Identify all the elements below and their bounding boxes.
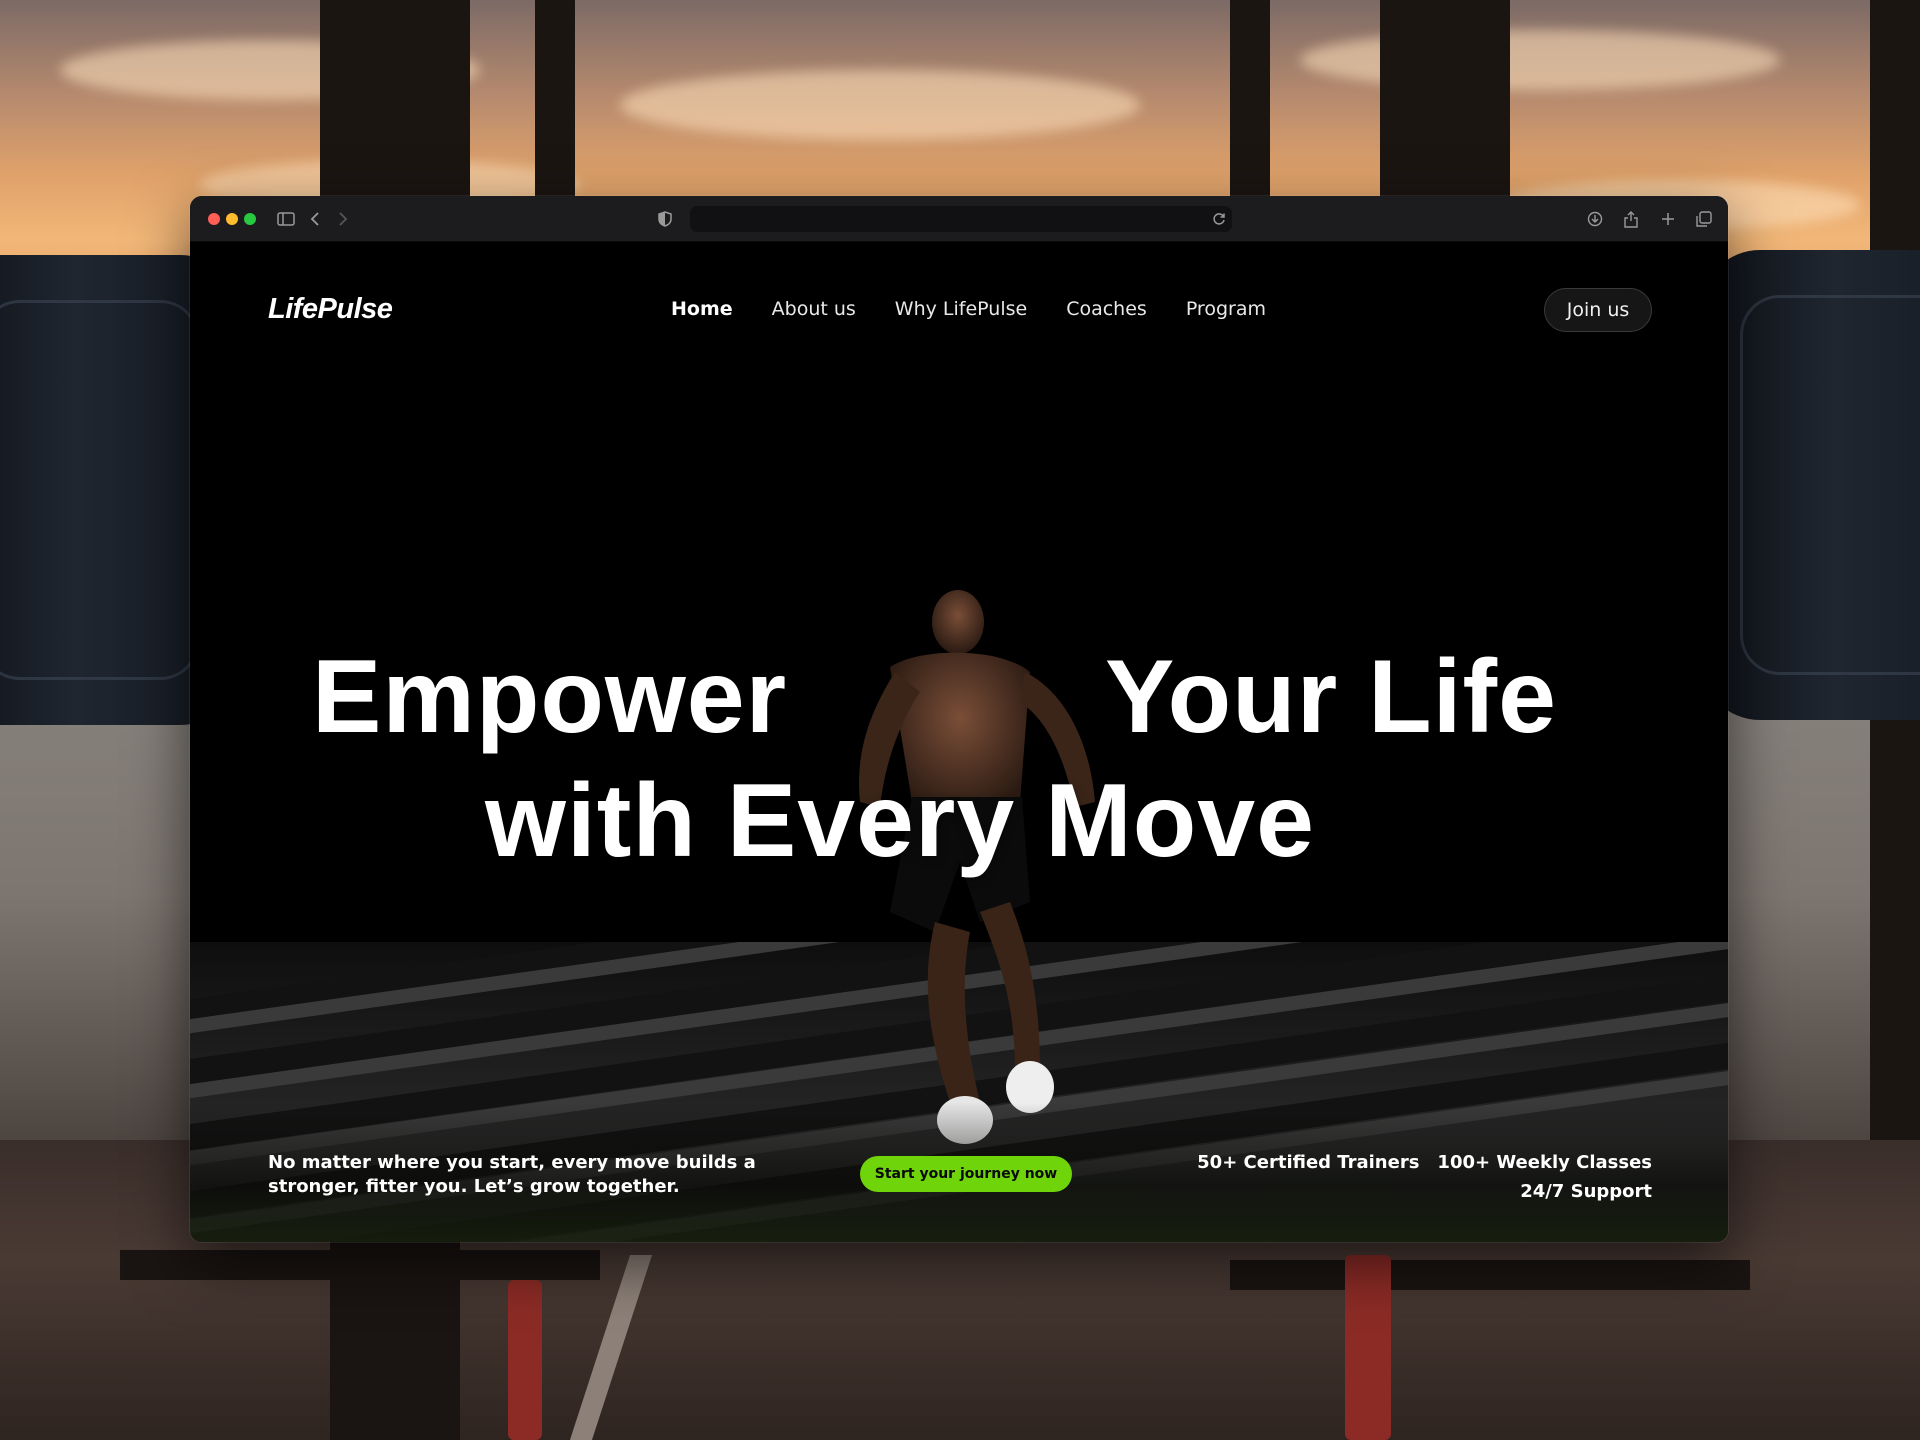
share-icon[interactable] — [1620, 208, 1642, 230]
weight-plate-rim — [0, 300, 200, 680]
rack-post-red — [508, 1280, 542, 1440]
hero-headline-part: Your Life — [1105, 639, 1557, 755]
download-icon[interactable] — [1584, 208, 1606, 230]
forward-icon[interactable] — [332, 208, 354, 230]
stats-list: 50+ Certified Trainers 100+ Weekly Classe… — [1197, 1148, 1652, 1206]
back-icon[interactable] — [304, 208, 326, 230]
landing-page: LifePulse Home About us Why LifePulse Co… — [190, 242, 1728, 1242]
nav-item-home[interactable]: Home — [671, 298, 733, 320]
cloud — [620, 70, 1140, 140]
shield-icon[interactable] — [654, 208, 676, 230]
join-us-button[interactable]: Join us — [1544, 288, 1652, 332]
reload-icon[interactable] — [1208, 208, 1230, 230]
weight-plate-rim — [1740, 295, 1920, 675]
browser-toolbar — [190, 196, 1728, 242]
hero-tagline: No matter where you start, every move bu… — [268, 1152, 756, 1197]
close-window-button[interactable] — [208, 213, 220, 225]
tabs-overview-icon[interactable] — [1693, 208, 1715, 230]
maximize-window-button[interactable] — [244, 213, 256, 225]
cloud — [1300, 30, 1780, 90]
rack-post-red — [1345, 1255, 1391, 1440]
rack-post — [330, 1240, 460, 1440]
stat-support: 24/7 Support — [1520, 1181, 1652, 1202]
new-tab-icon[interactable] — [1657, 208, 1679, 230]
address-bar[interactable] — [690, 206, 1232, 232]
brand-logo[interactable]: LifePulse — [268, 293, 393, 326]
rack-base — [1230, 1260, 1750, 1290]
sidebar-icon[interactable] — [275, 208, 297, 230]
nav-item-why-lifepulse[interactable]: Why LifePulse — [895, 298, 1027, 320]
minimize-window-button[interactable] — [226, 213, 238, 225]
stat-certified-trainers: 50+ Certified Trainers — [1197, 1152, 1420, 1173]
browser-window: LifePulse Home About us Why LifePulse Co… — [190, 196, 1728, 1242]
nav-item-about-us[interactable]: About us — [772, 298, 856, 320]
stat-weekly-classes: 100+ Weekly Classes — [1437, 1152, 1652, 1173]
start-journey-button[interactable]: Start your journey now — [860, 1156, 1072, 1192]
nav-item-coaches[interactable]: Coaches — [1066, 298, 1147, 320]
hero-headline-part: Empower — [312, 639, 788, 755]
hero-headline-part: with Every Move — [485, 763, 1315, 879]
nav-item-program[interactable]: Program — [1186, 298, 1266, 320]
main-nav: Home About us Why LifePulse Coaches Prog… — [671, 298, 1305, 320]
